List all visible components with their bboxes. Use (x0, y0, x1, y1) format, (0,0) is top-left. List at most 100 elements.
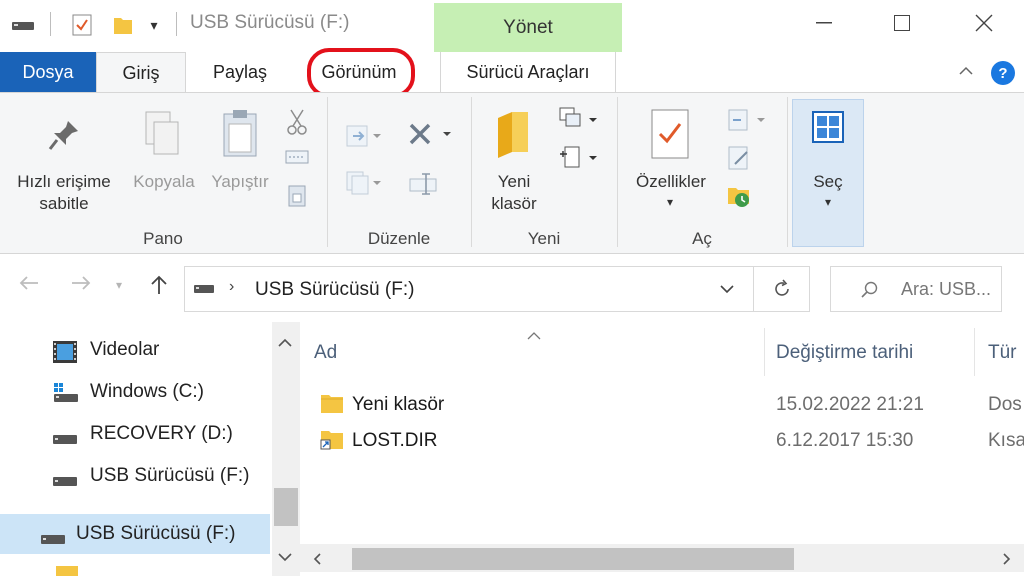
new-folder-button[interactable]: Yeni klasör (478, 171, 550, 215)
window-title: USB Sürücüsü (F:) (190, 12, 350, 33)
separator (176, 12, 177, 36)
nav-pane-scrollbar[interactable] (272, 322, 300, 576)
properties-dropdown-icon[interactable]: ▾ (660, 195, 680, 209)
delete-icon[interactable] (404, 119, 454, 149)
rename-icon[interactable] (406, 169, 440, 199)
forward-arrow-icon[interactable] (70, 274, 92, 298)
address-dropdown-icon[interactable] (719, 281, 735, 299)
table-row[interactable]: LOST.DIR 6.12.2017 15:30 Kısa (300, 422, 1024, 458)
file-list: Ad Değiştirme tarihi Tür Yeni klasör 15.… (300, 322, 1024, 576)
group-label-new: Yeni (527, 229, 561, 248)
paste-icon (218, 107, 262, 159)
scroll-down-icon[interactable] (276, 550, 294, 568)
scroll-up-icon[interactable] (276, 336, 294, 354)
highlight-ring (307, 48, 415, 98)
sort-ascending-icon (526, 328, 542, 346)
properties-button[interactable]: Özellikler (624, 171, 718, 193)
nav-item-videos[interactable]: Videolar (0, 330, 270, 370)
context-tab-group: Yönet (434, 3, 622, 53)
ribbon: Hızlı erişime sabitle Kopyala Yapıştır P… (0, 92, 1024, 254)
file-modified: 6.12.2017 15:30 (776, 430, 914, 451)
title-bar: ▾ USB Sürücüsü (F:) Yönet (0, 0, 1024, 53)
properties-large-icon (648, 107, 692, 161)
search-box[interactable]: Ara: USB... (830, 266, 1002, 312)
minimize-button[interactable] (802, 8, 846, 38)
usb-drive-icon (40, 530, 66, 552)
edit-icon[interactable] (724, 143, 754, 173)
column-divider[interactable] (974, 328, 975, 376)
column-header-modified[interactable]: Değiştirme tarihi (776, 342, 913, 364)
new-folder-label-line1: Yeni (497, 172, 531, 191)
close-button[interactable] (962, 8, 1006, 38)
new-folder-label-line2: klasör (491, 194, 537, 213)
pin-icon (44, 115, 84, 155)
back-arrow-icon[interactable] (18, 274, 40, 298)
file-modified: 15.02.2022 21:21 (776, 394, 924, 415)
horizontal-scroll-thumb[interactable] (352, 548, 794, 570)
breadcrumb-chevron-icon[interactable]: › (229, 278, 234, 296)
nav-item-label: Windows (C:) (90, 381, 205, 402)
copy-button[interactable]: Kopyala (124, 171, 204, 193)
file-name: LOST.DIR (352, 430, 438, 451)
group-label-pano: Pano (143, 229, 183, 248)
group-separator (327, 97, 328, 247)
separator (50, 12, 51, 36)
maximize-button[interactable] (880, 8, 924, 38)
copy-icon (140, 109, 184, 159)
video-folder-icon (52, 340, 78, 370)
history-icon[interactable] (724, 181, 754, 211)
help-icon[interactable]: ? (991, 61, 1015, 85)
move-to-icon[interactable] (344, 123, 384, 149)
breadcrumb[interactable]: USB Sürücüsü (F:) (255, 279, 414, 301)
paste-shortcut-icon[interactable] (284, 181, 310, 209)
pin-label-line1: Hızlı erişime (17, 172, 111, 191)
shortcut-folder-icon (320, 428, 344, 455)
usb-drive-icon (52, 472, 78, 494)
nav-item-windows-c[interactable]: Windows (C:) (0, 372, 270, 412)
tab-share[interactable]: Paylaş (188, 52, 292, 92)
cut-icon[interactable] (284, 107, 310, 137)
tab-home[interactable]: Giriş (96, 52, 186, 93)
address-bar[interactable]: › USB Sürücüsü (F:) (184, 266, 754, 312)
recent-locations-icon[interactable]: ▾ (116, 278, 122, 292)
select-dropdown-icon: ▾ (824, 195, 832, 209)
copy-to-icon[interactable] (344, 169, 384, 197)
collapse-ribbon-icon[interactable] (955, 60, 977, 82)
column-header-type[interactable]: Tür (988, 342, 1017, 364)
refresh-button[interactable] (754, 266, 810, 312)
scroll-left-icon[interactable] (312, 552, 322, 571)
group-separator (471, 97, 472, 247)
pin-label-line2: sabitle (39, 194, 89, 213)
group-separator (787, 97, 788, 247)
new-folder-icon[interactable] (110, 14, 136, 36)
nav-item-usb-f-selected[interactable]: USB Sürücüsü (F:) (0, 514, 270, 554)
drive-icon[interactable] (10, 14, 36, 36)
tab-drive-tools[interactable]: Sürücü Araçları (440, 52, 616, 92)
navigation-pane: Videolar Windows (C:) RECOVERY (D:) USB … (0, 322, 300, 576)
search-input[interactable]: Ara: USB... (901, 279, 991, 300)
nav-pane-scroll-thumb[interactable] (274, 488, 298, 526)
column-divider[interactable] (764, 328, 765, 376)
open-icon[interactable] (724, 105, 770, 135)
nav-item-recovery-d[interactable]: RECOVERY (D:) (0, 414, 270, 454)
easy-access-icon[interactable] (556, 143, 602, 173)
select-label: Seç (813, 172, 843, 191)
group-label-organize: Düzenle (367, 229, 431, 248)
nav-item-label: RECOVERY (D:) (90, 423, 233, 444)
table-row[interactable]: Yeni klasör 15.02.2022 21:21 Dos (300, 386, 1024, 422)
nav-item-usb-f[interactable]: USB Sürücüsü (F:) (0, 456, 270, 496)
folder-icon (56, 566, 78, 576)
copy-path-icon[interactable] (284, 147, 310, 167)
properties-icon[interactable] (70, 14, 94, 36)
file-type: Dos (988, 394, 1022, 415)
customize-quick-access-icon[interactable]: ▾ (145, 14, 163, 36)
new-item-icon[interactable] (556, 105, 602, 135)
column-header-name[interactable]: Ad (314, 342, 337, 364)
nav-item-label: Videolar (90, 339, 160, 360)
pin-button[interactable]: Hızlı erişime sabitle (6, 171, 122, 215)
paste-button[interactable]: Yapıştır (202, 171, 278, 193)
up-arrow-icon[interactable] (148, 274, 170, 302)
navigation-bar: ▾ › USB Sürücüsü (F:) Ara: USB... (0, 256, 1024, 320)
tab-file[interactable]: Dosya (0, 52, 96, 92)
scroll-right-icon[interactable] (1002, 552, 1012, 571)
